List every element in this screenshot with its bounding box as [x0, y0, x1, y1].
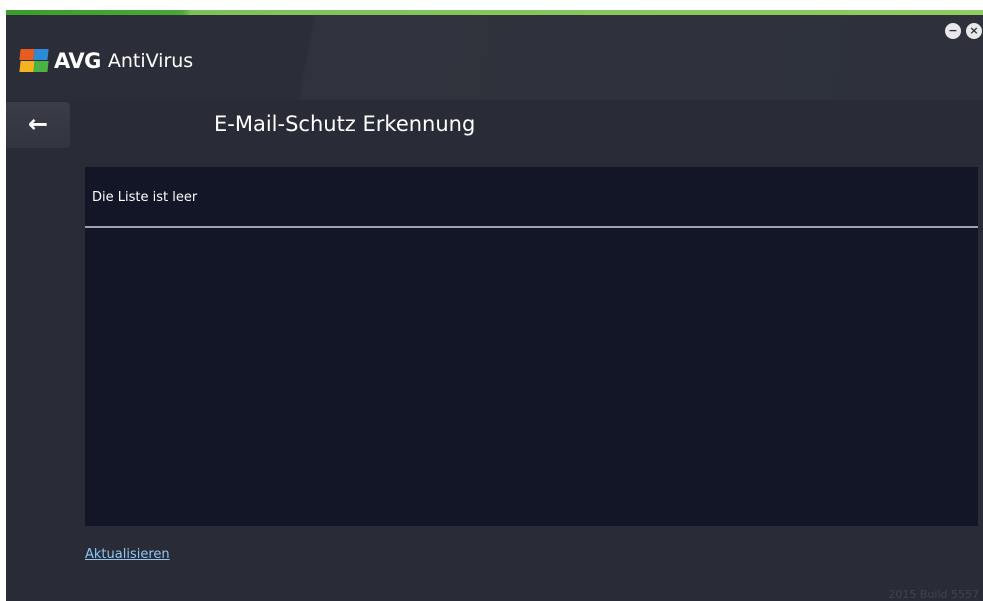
back-button[interactable]: ←	[6, 102, 70, 148]
refresh-link[interactable]: Aktualisieren	[85, 547, 170, 562]
version-label: 2015 Build 5557	[888, 588, 979, 601]
list-divider	[85, 226, 978, 228]
detection-list: Die Liste ist leer	[85, 167, 978, 526]
back-arrow-icon: ←	[27, 110, 49, 138]
close-icon[interactable]: ×	[966, 23, 982, 39]
avg-logo-icon	[18, 48, 50, 74]
app-window: AVG AntiVirus − × ← E-Mail-Schutz Erkenn…	[6, 10, 983, 601]
product-name: AntiVirus	[107, 50, 194, 72]
page-title: E-Mail-Schutz Erkennung	[214, 112, 476, 136]
brand-name: AVG	[54, 49, 101, 73]
minimize-icon[interactable]: −	[945, 23, 961, 39]
empty-list-message: Die Liste ist leer	[92, 190, 198, 205]
app-logo: AVG AntiVirus	[18, 48, 193, 74]
